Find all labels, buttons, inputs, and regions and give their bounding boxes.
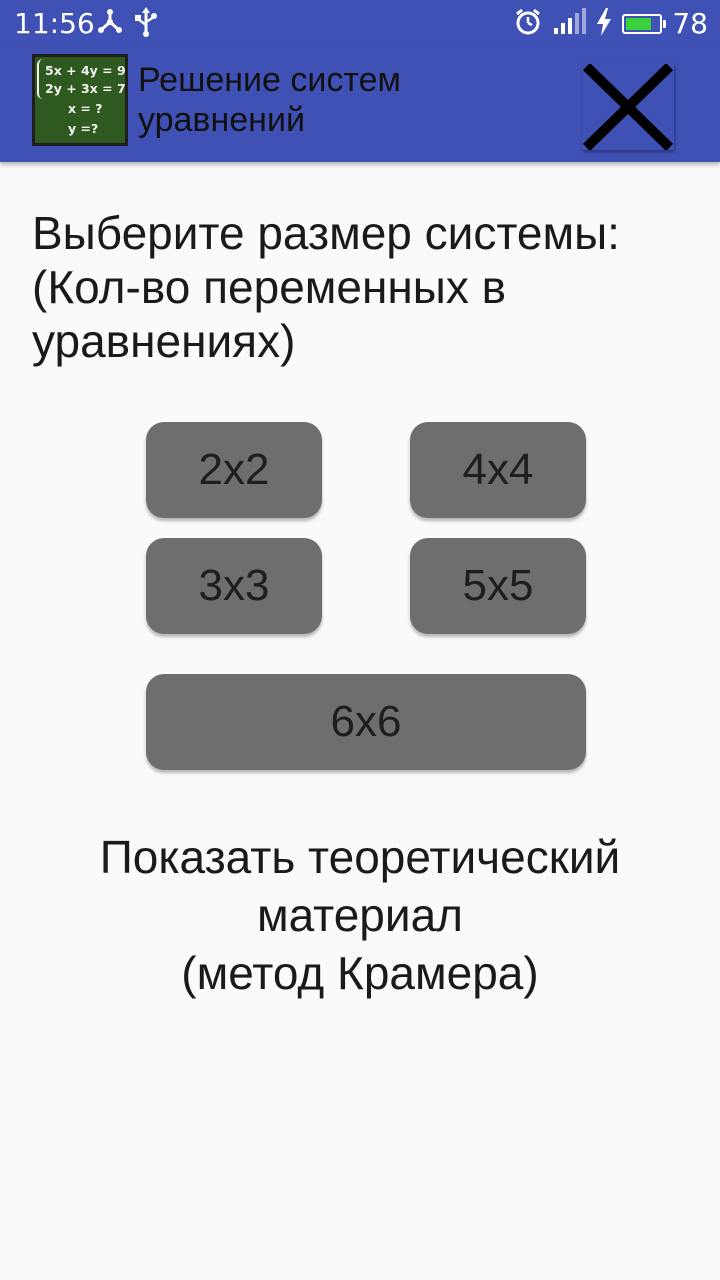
theory-line-1: Показать теоретический xyxy=(99,831,621,883)
theory-line-3: (метод Крамера) xyxy=(181,947,539,999)
battery-icon xyxy=(622,14,667,34)
charging-icon xyxy=(596,8,612,40)
size-prompt-line-2: (Кол-во переменных в xyxy=(32,261,507,313)
close-icon xyxy=(582,62,674,152)
status-bar: 11:56 78 xyxy=(0,0,720,48)
size-prompt-line-1: Выберите размер системы: xyxy=(32,207,620,259)
usb-icon xyxy=(134,7,158,41)
app-title-line-2: уравнений xyxy=(138,101,305,139)
logo-question-x: x = ? xyxy=(68,101,103,116)
logo-question-y: y =? xyxy=(68,121,99,136)
app-title: Решение систем уравнений xyxy=(138,60,558,140)
size-2x2-button[interactable]: 2x2 xyxy=(146,422,322,518)
status-time: 11:56 xyxy=(14,7,95,40)
size-6x6-button[interactable]: 6x6 xyxy=(146,674,586,770)
status-notification-icons xyxy=(96,7,158,41)
nodes-icon xyxy=(96,8,124,40)
logo-brace xyxy=(37,59,45,99)
signal-icon xyxy=(552,8,587,40)
size-prompt-line-3: уравнениях) xyxy=(32,315,296,367)
app-bar: 5x + 4y = 9 2y + 3x = 7 x = ? y =? Решен… xyxy=(0,48,720,162)
logo-equation-2: 2y + 3x = 7 xyxy=(45,81,126,96)
size-3x3-button[interactable]: 3x3 xyxy=(146,538,322,634)
show-theory-link[interactable]: Показать теоретический материал (метод К… xyxy=(0,828,720,1002)
alarm-icon xyxy=(514,8,542,40)
size-prompt: Выберите размер системы: (Кол-во перемен… xyxy=(32,206,692,368)
battery-percentage: 78 xyxy=(672,7,708,40)
app-title-line-1: Решение систем xyxy=(138,61,401,99)
size-5x5-button[interactable]: 5x5 xyxy=(410,538,586,634)
battery-level-fill xyxy=(626,18,652,30)
theory-line-2: материал xyxy=(256,889,464,941)
size-4x4-button[interactable]: 4x4 xyxy=(410,422,586,518)
app-logo: 5x + 4y = 9 2y + 3x = 7 x = ? y =? xyxy=(32,54,128,146)
status-system-icons: 78 xyxy=(514,6,708,42)
close-button[interactable] xyxy=(582,62,674,152)
logo-equation-1: 5x + 4y = 9 xyxy=(45,63,126,78)
